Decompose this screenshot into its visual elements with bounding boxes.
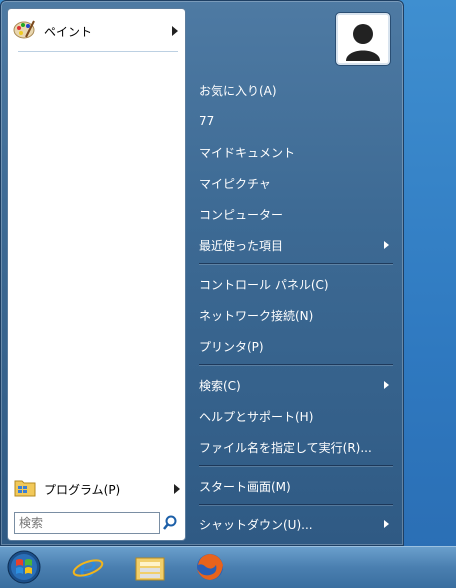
menu-item-recent-items[interactable]: 最近使った項目 (197, 234, 395, 256)
divider (199, 504, 393, 505)
menu-item-printers[interactable]: プリンタ(P) (197, 335, 395, 357)
all-programs-label: プログラム(P) (44, 482, 121, 497)
internet-explorer-icon[interactable]: e (68, 549, 108, 585)
chevron-right-icon (172, 26, 178, 36)
divider (18, 51, 178, 52)
menu-item-start-screen[interactable]: スタート画面(M) (197, 475, 395, 497)
menu-item-user-folder[interactable]: 77 (197, 110, 395, 132)
chevron-right-icon (384, 520, 389, 528)
menu-item-search[interactable]: 検索(C) (197, 374, 395, 396)
programs-folder-icon (14, 477, 36, 501)
taskbar: e (0, 546, 456, 588)
file-explorer-icon[interactable] (130, 549, 170, 585)
pinned-item-paint[interactable]: ペイント (12, 16, 180, 46)
paint-icon (12, 17, 36, 45)
menu-item-computer[interactable]: コンピューター (197, 203, 395, 225)
menu-item-label: マイピクチャ (199, 176, 271, 191)
chevron-right-icon (384, 241, 389, 249)
menu-item-label: ヘルプとサポート(H) (199, 409, 314, 424)
menu-item-label: コンピューター (199, 207, 284, 222)
chevron-right-icon (384, 381, 389, 389)
menu-item-control-panel[interactable]: コントロール パネル(C) (197, 273, 395, 295)
menu-item-label: 検索(C) (199, 378, 241, 393)
divider (199, 465, 393, 466)
menu-item-network-connections[interactable]: ネットワーク接続(N) (197, 304, 395, 326)
menu-item-run[interactable]: ファイル名を指定して実行(R)... (197, 436, 395, 458)
search-icon[interactable] (162, 514, 178, 532)
menu-item-favorites[interactable]: お気に入り(A) (197, 79, 395, 101)
divider (199, 364, 393, 365)
menu-item-label: コントロール パネル(C) (199, 277, 329, 292)
svg-text:e: e (79, 551, 97, 583)
pinned-item-label: ペイント (44, 24, 93, 39)
chevron-right-icon (174, 484, 180, 494)
menu-item-shutdown[interactable]: シャットダウン(U)... (197, 513, 395, 535)
menu-item-label: シャットダウン(U)... (199, 517, 313, 532)
start-menu: ペイント プログラム(P) 検索 お気に入り(A) 77 マイドキュメント マイ… (0, 0, 404, 546)
search-input[interactable] (14, 512, 160, 534)
firefox-icon[interactable] (190, 549, 230, 585)
menu-item-label: 77 (199, 114, 215, 128)
menu-item-label: ファイル名を指定して実行(R)... (199, 440, 372, 455)
start-orb-icon[interactable] (4, 549, 44, 585)
start-menu-left-pane: ペイント プログラム(P) (7, 8, 186, 541)
menu-item-label: マイドキュメント (199, 145, 296, 160)
menu-item-label: スタート画面(M) (199, 479, 291, 494)
menu-item-my-documents[interactable]: マイドキュメント (197, 141, 395, 163)
menu-item-label: プリンタ(P) (199, 339, 264, 354)
menu-item-my-pictures[interactable]: マイピクチャ (197, 172, 395, 194)
all-programs-button[interactable]: プログラム(P) (14, 478, 182, 500)
menu-item-help-and-support[interactable]: ヘルプとサポート(H) (197, 405, 395, 427)
start-menu-right-pane: お気に入り(A) 77 マイドキュメント マイピクチャ コンピューター 最近使っ… (191, 1, 401, 547)
menu-item-label: お気に入り(A) (199, 83, 277, 98)
divider (199, 263, 393, 264)
menu-item-label: 最近使った項目 (199, 238, 284, 253)
menu-item-label: ネットワーク接続(N) (199, 308, 314, 323)
